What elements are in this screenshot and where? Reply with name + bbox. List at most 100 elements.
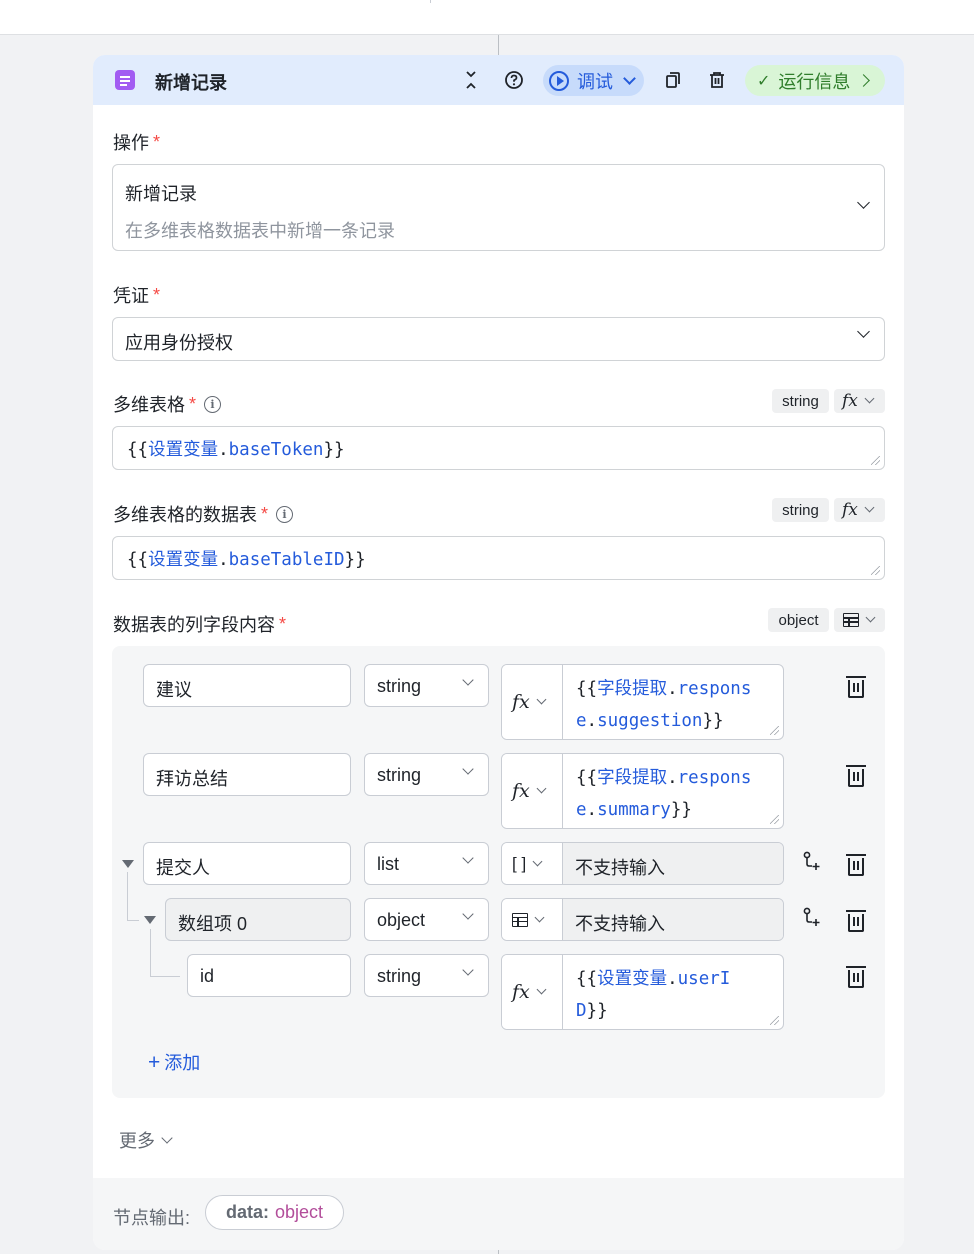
- chevron-down-icon: [864, 502, 875, 513]
- credential-selected-value: 应用身份授权: [125, 333, 233, 353]
- field-type-select[interactable]: string: [364, 664, 489, 707]
- field-type-value: object: [377, 910, 426, 930]
- field-name-input[interactable]: 建议: [143, 664, 351, 707]
- field-type-select[interactable]: string: [364, 954, 489, 997]
- canvas-tick: [430, 0, 431, 3]
- chevron-down-icon: [462, 964, 474, 976]
- chevron-down-icon: [532, 856, 543, 866]
- operation-selected-title: 新增记录: [125, 184, 197, 204]
- credential-select[interactable]: 应用身份授权: [112, 317, 885, 361]
- tmpl-field: suggestion: [597, 711, 703, 731]
- tmpl-var: 设置变量: [148, 550, 219, 570]
- field-type-value: list: [377, 854, 399, 874]
- chevron-down-icon: [462, 763, 474, 775]
- add-field-button[interactable]: + 添加: [148, 1049, 200, 1075]
- fields-mode-selector[interactable]: [834, 608, 885, 632]
- base-type-tag: string: [772, 389, 829, 413]
- node-config-panel: 新增记录 调试 ✓ 运行信息 操作 * 新增记录 在多维表格数据表中新增一条记录…: [93, 55, 904, 1250]
- run-info-label: 运行信息: [778, 71, 851, 92]
- delete-field-icon[interactable]: [846, 966, 866, 988]
- table-fx-selector[interactable]: fx: [834, 498, 885, 522]
- resize-handle[interactable]: [770, 726, 779, 735]
- value-mode-selector[interactable]: [ ]: [502, 843, 563, 884]
- field-value-input[interactable]: fx {{字段提取.respons e.summary}}: [501, 753, 784, 829]
- check-icon: ✓: [757, 72, 771, 90]
- collapse-toggle-icon[interactable]: [122, 860, 134, 868]
- base-label: 多维表格 * i: [113, 391, 222, 417]
- value-mode-selector[interactable]: fx: [502, 665, 563, 739]
- tmpl-brace-open: {{: [576, 679, 598, 699]
- base-token-input[interactable]: {{设置变量.baseToken}}: [112, 426, 885, 470]
- copy-icon[interactable]: [663, 68, 683, 92]
- chevron-down-icon: [462, 908, 474, 920]
- table-type-tag: string: [772, 498, 829, 522]
- debug-button[interactable]: 调试: [543, 65, 644, 96]
- fx-icon: fx: [842, 500, 858, 520]
- delete-field-icon[interactable]: [846, 854, 866, 876]
- tree-connector: [150, 976, 180, 977]
- value-mode-selector[interactable]: fx: [502, 754, 563, 828]
- field-name-input[interactable]: 提交人: [143, 842, 351, 885]
- node-output-label: 节点输出:: [113, 1208, 191, 1228]
- tmpl-dot: .: [586, 711, 598, 731]
- collapse-toggle-icon[interactable]: [144, 916, 156, 924]
- field-value-input: [ ] 不支持输入: [501, 842, 784, 885]
- delete-field-icon[interactable]: [846, 765, 866, 787]
- add-child-icon[interactable]: [802, 851, 822, 878]
- run-info-button[interactable]: ✓ 运行信息: [745, 65, 885, 96]
- chevron-down-icon: [462, 852, 474, 864]
- table-id-input[interactable]: {{设置变量.baseTableID}}: [112, 536, 885, 580]
- info-icon[interactable]: i: [204, 395, 222, 413]
- field-value-input: 不支持输入: [501, 898, 784, 941]
- field-type-select[interactable]: string: [364, 753, 489, 796]
- field-value-text: {{字段提取.respons e.summary}}: [576, 762, 773, 826]
- resize-handle[interactable]: [871, 456, 880, 465]
- tree-connector: [150, 929, 151, 976]
- value-mode-selector[interactable]: [502, 899, 563, 940]
- fields-label-text: 数据表的列字段内容: [113, 615, 275, 635]
- tmpl-field: e: [576, 711, 587, 731]
- resize-handle[interactable]: [770, 815, 779, 824]
- tmpl-brace-open: {{: [127, 440, 149, 460]
- field-type-value: string: [377, 676, 422, 696]
- tmpl-var: 字段提取: [597, 679, 668, 699]
- operation-select[interactable]: 新增记录 在多维表格数据表中新增一条记录: [112, 164, 885, 251]
- value-mode-selector[interactable]: fx: [502, 955, 563, 1029]
- chevron-down-icon: [865, 612, 876, 623]
- help-icon[interactable]: [503, 68, 525, 92]
- tmpl-field: baseTableID: [228, 550, 345, 570]
- field-name-input[interactable]: id: [187, 954, 351, 997]
- tree-connector: [127, 872, 128, 920]
- tmpl-brace-close: }}: [344, 550, 366, 570]
- info-icon[interactable]: i: [276, 505, 294, 523]
- required-mark: *: [261, 503, 269, 524]
- more-toggle[interactable]: 更多: [119, 1127, 173, 1153]
- more-label: 更多: [119, 1131, 155, 1151]
- required-mark: *: [279, 613, 287, 634]
- delete-field-icon[interactable]: [846, 910, 866, 932]
- tmpl-dot: .: [586, 800, 598, 820]
- resize-handle[interactable]: [871, 566, 880, 575]
- chevron-down-icon: [161, 1131, 173, 1144]
- edge-connector-bottom: [498, 1250, 499, 1254]
- tmpl-brace-close: }}: [702, 711, 724, 731]
- tmpl-field: respons: [677, 768, 752, 788]
- base-fx-selector[interactable]: fx: [834, 389, 885, 413]
- add-child-icon[interactable]: [802, 907, 822, 934]
- tmpl-field: summary: [597, 800, 671, 820]
- tmpl-dot: .: [218, 550, 229, 570]
- collapse-icon[interactable]: [461, 68, 481, 92]
- field-value-input[interactable]: fx {{字段提取.respons e.suggestion}}: [501, 664, 784, 740]
- operation-label: 操作 *: [113, 129, 160, 155]
- field-type-select[interactable]: list: [364, 842, 489, 885]
- field-value-input[interactable]: fx {{设置变量.userI D}}: [501, 954, 784, 1030]
- fx-icon: fx: [512, 780, 530, 802]
- required-mark: *: [189, 393, 197, 414]
- delete-node-icon[interactable]: [707, 68, 727, 92]
- field-name-input[interactable]: 拜访总结: [143, 753, 351, 796]
- field-type-select[interactable]: object: [364, 898, 489, 941]
- tmpl-brace-close: }}: [670, 800, 692, 820]
- resize-handle[interactable]: [770, 1016, 779, 1025]
- delete-field-icon[interactable]: [846, 676, 866, 698]
- output-variable-pill[interactable]: data: object: [205, 1195, 345, 1230]
